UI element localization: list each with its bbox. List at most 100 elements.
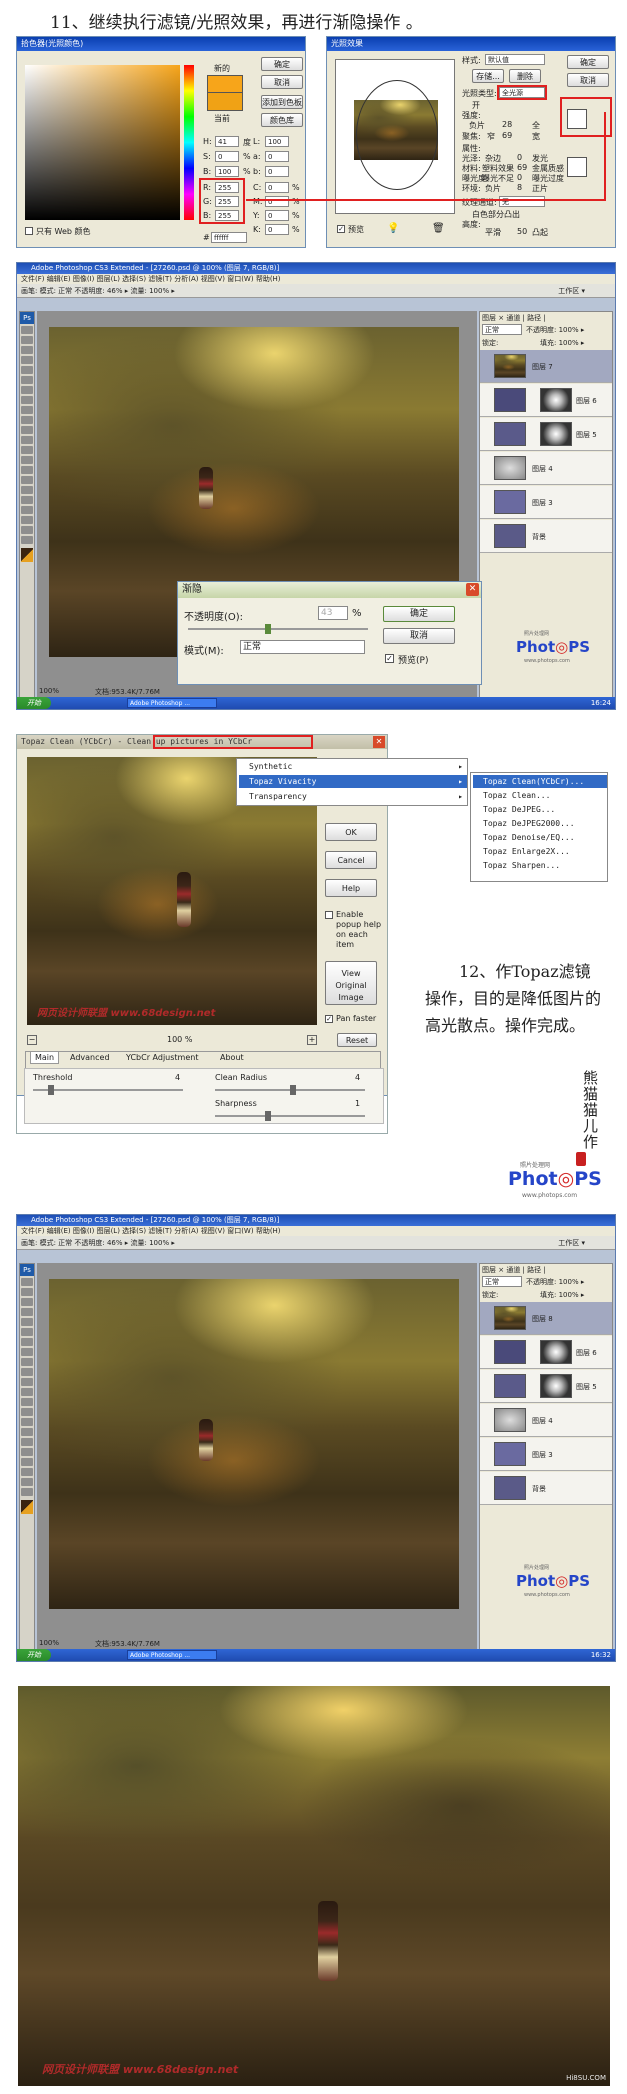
layer-row[interactable]: 背景 [480,1472,612,1505]
texture-select[interactable]: 无 [499,196,545,207]
ps2-options-bar[interactable]: 画笔: 模式: 正常 不透明度: 46% ▸ 流量: 100% ▸ [17,1236,615,1250]
wand-tool-icon[interactable] [21,1308,33,1316]
gradient-tool-icon[interactable] [21,1388,33,1396]
sharpness-slider[interactable] [215,1111,365,1121]
path-tool-icon[interactable] [21,1438,33,1446]
layer-row[interactable]: 背景 [480,520,612,553]
type-tool-icon[interactable] [21,1428,33,1436]
eraser-tool-icon[interactable] [21,426,33,434]
submenu-item[interactable]: Topaz DeJPEG2000... [483,819,575,828]
ps2-workspace-button[interactable]: 工作区 ▾ [558,1238,585,1248]
layer-row[interactable]: 图层 6 [480,384,612,417]
style-select[interactable]: 默认值 [485,54,545,65]
ok-button[interactable]: 确定 [261,57,303,71]
slice-tool-icon[interactable] [21,1328,33,1336]
crop-tool-icon[interactable] [21,366,33,374]
hex-field[interactable]: ffffff [211,232,247,243]
layer-row[interactable]: 图层 3 [480,1438,612,1471]
sharpness-thumb[interactable] [265,1111,271,1121]
clean-radius-slider[interactable] [215,1085,365,1095]
layer-row[interactable]: 图层 7 [480,350,612,383]
submenu-item[interactable]: Topaz Sharpen... [483,861,560,870]
k-field[interactable]: 0 [265,224,289,235]
lasso-tool-icon[interactable] [21,346,33,354]
taskbar-photoshop[interactable]: Adobe Photoshop ... [127,698,217,708]
path-tool-icon[interactable] [21,486,33,494]
cancel-button[interactable]: 取消 [261,75,303,89]
fade-mode-select[interactable]: 正常 [240,640,365,654]
crop-tool-icon[interactable] [21,1318,33,1326]
tab-ycbcr[interactable]: YCbCr Adjustment [122,1052,202,1063]
h-field[interactable]: 41 [215,136,239,147]
hue-slider[interactable] [184,65,194,220]
layer-row[interactable]: 图层 4 [480,1404,612,1437]
libraries-button[interactable]: 颜色库 [261,113,303,127]
menu-item[interactable]: Transparency [249,792,307,801]
menu-item[interactable]: Synthetic [249,762,292,771]
l-field[interactable]: 100 [265,136,289,147]
topaz-ok-button[interactable]: OK [325,823,377,841]
ok-button[interactable]: 确定 [567,55,609,69]
delete-button[interactable]: 删除 [509,69,541,83]
submenu-item[interactable]: Topaz Clean(YCbCr)... [483,777,584,786]
eraser-tool-icon[interactable] [21,1378,33,1386]
lasso-tool-icon[interactable] [21,1298,33,1306]
tab-advanced[interactable]: Advanced [66,1052,114,1063]
clean-radius-thumb[interactable] [290,1085,296,1095]
taskbar-photoshop[interactable]: Adobe Photoshop ... [127,1650,217,1660]
fade-slider-thumb[interactable] [265,624,271,634]
ps2-canvas-image[interactable] [49,1279,459,1609]
trash-icon[interactable]: 🗑 [432,223,445,234]
tab-about[interactable]: About [216,1052,248,1063]
topaz-help-button[interactable]: Help [325,879,377,897]
history-brush-icon[interactable] [21,416,33,424]
web-only-checkbox[interactable] [25,227,33,235]
ambient-color-swatch[interactable] [567,157,587,177]
ps1-menubar[interactable]: 文件(F) 编辑(E) 图像(I) 图层(L) 选择(S) 滤镜(T) 分析(A… [17,274,615,284]
m-field[interactable]: 0 [265,196,289,207]
ps1-blend-select[interactable]: 正常 [482,324,522,335]
wand-tool-icon[interactable] [21,356,33,364]
layer-row[interactable]: 图层 6 [480,1336,612,1369]
submenu-item[interactable]: Topaz Enlarge2X... [483,847,570,856]
layer-row[interactable]: 图层 5 [480,418,612,451]
layer-row[interactable]: 图层 3 [480,486,612,519]
b-field[interactable]: 100 [215,166,239,177]
ps2-fill[interactable]: 填充: 100% ▸ [540,1290,584,1300]
notes-tool-icon[interactable] [21,506,33,514]
start-button[interactable]: 开始 [17,697,51,709]
preview-area[interactable] [335,59,455,214]
topaz-close-icon[interactable]: ✕ [373,736,385,748]
a-field[interactable]: 0 [265,151,289,162]
eyedropper-tool-icon[interactable] [21,516,33,524]
zoom-tool-icon[interactable] [21,1488,33,1496]
s-field[interactable]: 0 [215,151,239,162]
history-brush-icon[interactable] [21,1368,33,1376]
add-swatch-button[interactable]: 添加到色板 [261,95,303,109]
pen-tool-icon[interactable] [21,466,33,474]
view-original-button[interactable]: View Original Image [325,961,377,1005]
move-tool-icon[interactable] [21,326,33,334]
menu-item[interactable]: Topaz Vivacity [249,777,316,786]
dodge-tool-icon[interactable] [21,1408,33,1416]
fade-preview-checkbox[interactable]: ✓ [385,654,394,663]
stamp-tool-icon[interactable] [21,1358,33,1366]
submenu-item[interactable]: Topaz DeJPEG... [483,805,555,814]
b2-field[interactable]: 0 [265,166,289,177]
shape-tool-icon[interactable] [21,1448,33,1456]
ps2-menubar[interactable]: 文件(F) 编辑(E) 图像(I) 图层(L) 选择(S) 滤镜(T) 分析(A… [17,1226,615,1236]
fg-bg-colors-icon[interactable] [21,1500,33,1514]
ps1-workspace-button[interactable]: 工作区 ▾ [558,286,585,296]
fade-opacity-input[interactable]: 43 [318,606,348,620]
layer-row[interactable]: 图层 8 [480,1302,612,1335]
fade-opacity-slider[interactable] [188,624,368,634]
brush-tool-icon[interactable] [21,396,33,404]
preview-checkbox[interactable]: ✓ [337,225,345,233]
slice-tool-icon[interactable] [21,376,33,384]
threshold-slider[interactable] [33,1085,183,1095]
ps1-options-bar[interactable]: 画笔: 模式: 正常 不透明度: 46% ▸ 流量: 100% ▸ [17,284,615,298]
shape-tool-icon[interactable] [21,496,33,504]
marquee-tool-icon[interactable] [21,336,33,344]
ps1-opacity[interactable]: 不透明度: 100% ▸ [526,325,584,335]
fade-ok-button[interactable]: 确定 [383,606,455,622]
